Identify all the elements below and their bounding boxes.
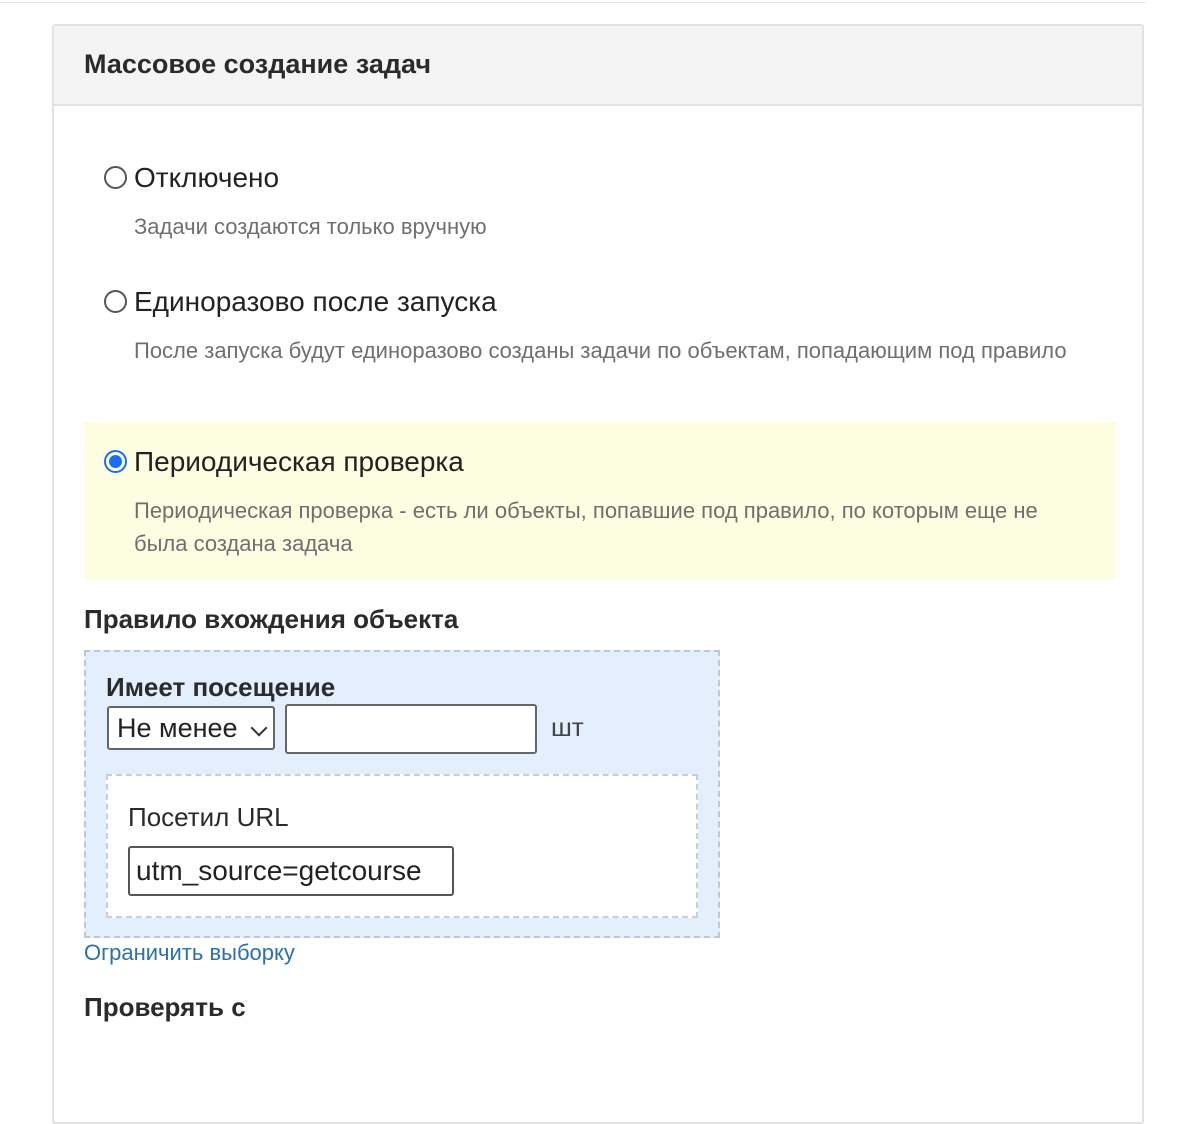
radio-disabled[interactable] bbox=[104, 166, 127, 189]
radio-periodic-check[interactable] bbox=[104, 450, 127, 473]
option-description: После запуска будут единоразово созданы … bbox=[134, 338, 1067, 363]
radio-once-after-launch[interactable] bbox=[104, 290, 127, 313]
option-disabled[interactable]: Отключено Задачи создаются только вручну… bbox=[84, 146, 1116, 256]
panel-title: Массовое создание задач bbox=[84, 48, 432, 79]
sub-condition-box: Посетил URL utm_source=getcourse bbox=[106, 774, 698, 918]
unit-label: шт bbox=[551, 712, 584, 742]
rule-box: Имеет посещение Не менее шт Посетил URL … bbox=[84, 650, 720, 938]
option-label: Единоразово после запуска bbox=[134, 286, 497, 317]
comparator-select[interactable]: Не менее bbox=[107, 706, 275, 750]
option-once-after-launch[interactable]: Единоразово после запуска После запуска … bbox=[84, 272, 1116, 402]
limit-selection-link[interactable]: Ограничить выборку bbox=[84, 940, 295, 966]
top-divider bbox=[0, 2, 1146, 3]
comparator-selected-value: Не менее bbox=[117, 713, 238, 743]
count-input[interactable] bbox=[285, 704, 537, 754]
option-periodic-check[interactable]: Периодическая проверка Периодическая про… bbox=[84, 422, 1116, 580]
chevron-down-icon bbox=[250, 719, 268, 737]
visited-url-label: Посетил URL bbox=[128, 802, 289, 832]
condition-title: Имеет посещение bbox=[106, 672, 336, 702]
rule-section-title: Правило вхождения объекта bbox=[84, 604, 459, 634]
option-label: Отключено bbox=[134, 162, 280, 193]
url-input[interactable]: utm_source=getcourse bbox=[128, 846, 454, 896]
option-description: Задачи создаются только вручную bbox=[134, 214, 487, 239]
option-description: Периодическая проверка - есть ли объекты… bbox=[134, 498, 1038, 556]
option-label: Периодическая проверка bbox=[134, 446, 464, 477]
mass-task-creation-panel: Массовое создание задач Отключено Задачи… bbox=[52, 24, 1144, 1124]
check-from-title: Проверять с bbox=[84, 992, 246, 1022]
panel-header: Массовое создание задач bbox=[54, 26, 1142, 106]
